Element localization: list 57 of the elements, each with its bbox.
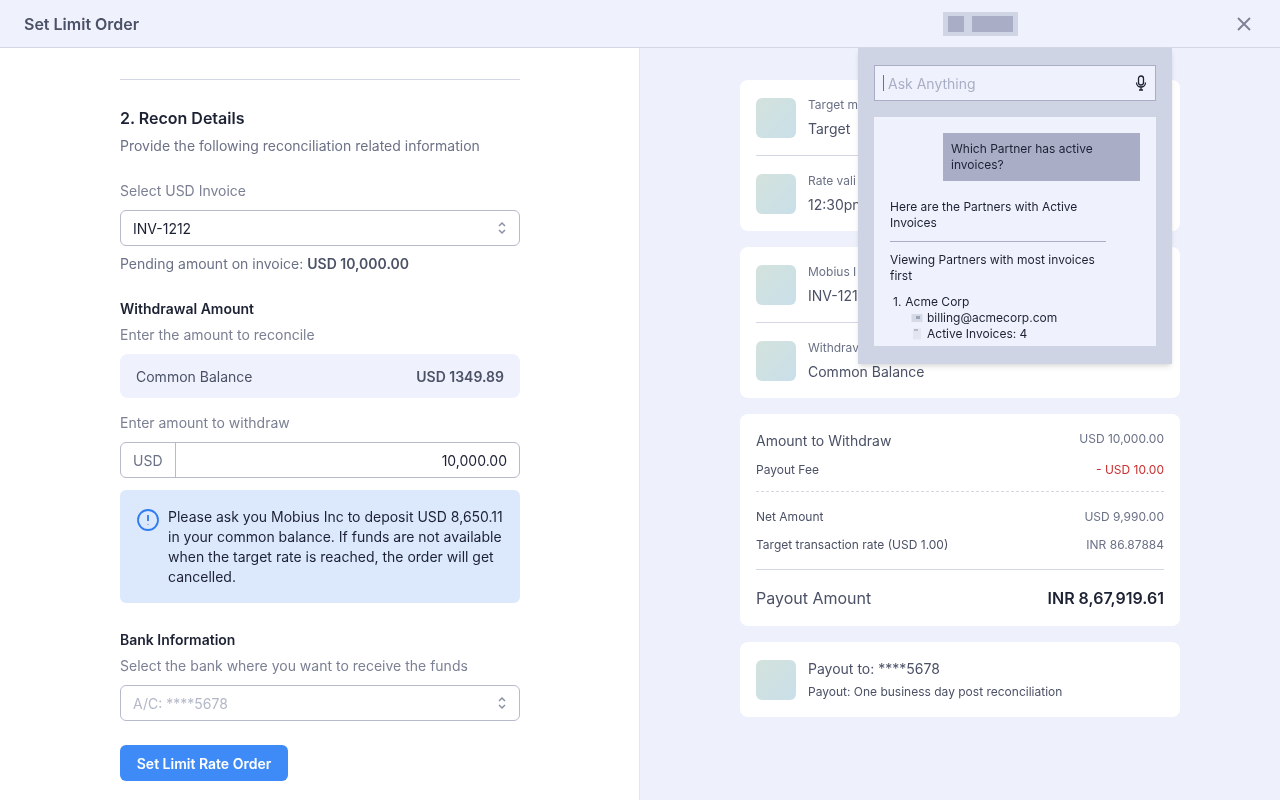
summary-value: 12:30pn (808, 195, 861, 215)
invoice-count: Active Invoices: 4 (927, 326, 1028, 342)
partner-name: Acme Corp (905, 294, 970, 310)
image-placeholder (756, 340, 796, 381)
breakdown-label: Amount to Withdraw (756, 431, 892, 451)
breakdown-value: USD 9,990.00 (1084, 508, 1164, 526)
summary-label: Target m (808, 96, 859, 114)
breakdown-value: INR 86.87884 (1086, 536, 1164, 554)
submit-button[interactable]: Set Limit Rate Order (120, 745, 288, 781)
invoice-select[interactable]: INV-1212 (120, 210, 520, 246)
alert-message: Please ask you Mobius Inc to deposit USD 8,650.11 in your common balance. If funds are not available when the target rate is reached, the order will get cancelled. (168, 507, 504, 587)
amount-field[interactable]: USD 10,000.00 (120, 442, 520, 478)
section-heading: Withdrawal Amount (120, 299, 256, 319)
pending-amount-note: Pending amount on invoice: USD 10,000.00 (120, 254, 410, 274)
section-heading: 2. Recon Details (120, 107, 246, 130)
summary-label: Withdrav (808, 339, 860, 357)
email-icon (911, 313, 923, 323)
user-message: Which Partner has active invoices? (943, 133, 1140, 181)
breakdown-label: Payout Fee (756, 461, 819, 479)
section-subtitle: Enter the amount to reconcile (120, 325, 316, 345)
image-placeholder (756, 659, 796, 700)
balance-label: Common Balance (136, 366, 253, 387)
summary-label: Rate vali (808, 172, 857, 190)
currency-prefix: USD (121, 443, 176, 477)
chevron-up-down-icon (497, 220, 507, 236)
payout-title: Payout to: ****5678 (808, 659, 941, 679)
sort-note: Viewing Partners with most invoices first (890, 252, 1096, 284)
chevron-up-down-icon (497, 695, 507, 711)
summary-value: Common Balance (808, 362, 925, 382)
breakdown-label: Target transaction rate (USD 1.00) (756, 536, 949, 554)
image-placeholder (756, 97, 796, 138)
section-heading: Bank Information (120, 630, 237, 650)
breakdown-value: - USD 10.00 (1096, 461, 1164, 479)
field-label: Select USD Invoice (120, 181, 248, 201)
document-icon (911, 328, 923, 340)
section-subtitle: Provide the following reconciliation related information (120, 136, 481, 156)
payout-subtitle: Payout: One business day post reconciliation (808, 683, 1063, 701)
partner-email: billing@acmecorp.com (927, 310, 1058, 326)
balance-value: USD 1349.89 (416, 366, 504, 387)
image-placeholder (756, 264, 796, 305)
microphone-icon[interactable] (1135, 75, 1147, 91)
assistant-message: Here are the Partners with Active Invoices (890, 199, 1079, 231)
bank-select[interactable]: A/C: ****5678 (120, 685, 520, 721)
ask-field[interactable]: Ask Anything (874, 65, 1156, 101)
total-label: Payout Amount (756, 587, 872, 610)
section-subtitle: Select the bank where you want to receive the funds (120, 656, 469, 676)
summary-value: INV-121 (808, 286, 858, 306)
breakdown-value: USD 10,000.00 (1079, 430, 1164, 448)
summary-label: Mobius I (808, 263, 858, 281)
info-icon (136, 508, 160, 532)
window-title: Set Limit Order (24, 12, 140, 36)
list-number: 1. (893, 294, 902, 310)
summary-value: Target (808, 119, 852, 139)
total-value: INR 8,67,919.61 (1047, 587, 1164, 610)
breakdown-label: Net Amount (756, 508, 824, 526)
image-placeholder (756, 173, 796, 214)
field-label: Enter amount to withdraw (120, 413, 291, 433)
